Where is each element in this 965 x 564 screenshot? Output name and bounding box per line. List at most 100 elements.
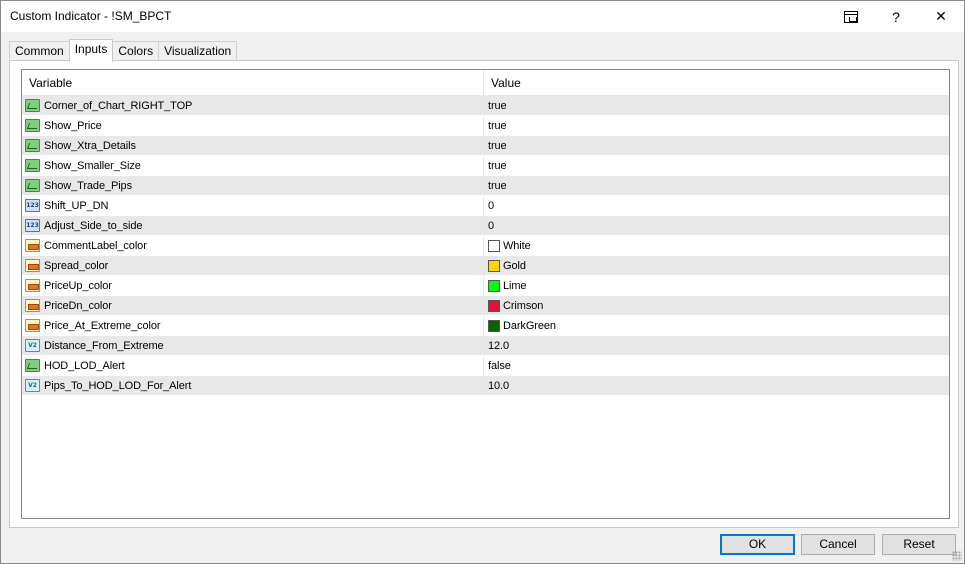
ok-button[interactable]: OK — [720, 534, 795, 555]
reset-button[interactable]: Reset — [882, 534, 956, 555]
variable-name: CommentLabel_color — [44, 239, 147, 252]
variable-value: DarkGreen — [503, 319, 556, 332]
tab-common[interactable]: Common — [9, 41, 70, 61]
variable-name: Show_Xtra_Details — [44, 139, 136, 152]
variable-cell[interactable]: V2 Distance_From_Extreme — [22, 336, 484, 355]
variable-value: true — [488, 139, 507, 152]
variable-value: false — [488, 359, 511, 372]
int-param-icon: 123 — [25, 199, 40, 212]
table-row[interactable]: Spread_color Gold — [22, 256, 949, 276]
value-cell[interactable]: 12.0 — [484, 336, 949, 355]
variable-name: Show_Smaller_Size — [44, 159, 141, 172]
table-row[interactable]: Corner_of_Chart_RIGHT_TOP true — [22, 96, 949, 116]
variable-cell[interactable]: PriceUp_color — [22, 276, 484, 295]
cancel-button[interactable]: Cancel — [801, 534, 875, 555]
value-cell[interactable]: 10.0 — [484, 376, 949, 395]
value-cell[interactable]: Lime — [484, 276, 949, 295]
color-swatch[interactable] — [488, 279, 500, 292]
variable-cell[interactable]: Show_Price — [22, 116, 484, 135]
variable-value: 0 — [488, 219, 495, 232]
variable-name: Corner_of_Chart_RIGHT_TOP — [44, 99, 193, 112]
variable-cell[interactable]: Spread_color — [22, 256, 484, 275]
variable-value: Crimson — [503, 299, 544, 312]
value-cell[interactable]: true — [484, 116, 949, 135]
color-swatch[interactable] — [488, 299, 500, 312]
variable-value: true — [488, 99, 507, 112]
variable-cell[interactable]: V2 Pips_To_HOD_LOD_For_Alert — [22, 376, 484, 395]
value-cell[interactable]: Crimson — [484, 296, 949, 315]
table-row[interactable]: PriceDn_color Crimson — [22, 296, 949, 316]
variable-cell[interactable]: 123 Adjust_Side_to_side — [22, 216, 484, 235]
variable-cell[interactable]: HOD_LOD_Alert — [22, 356, 484, 375]
window-title: Custom Indicator - !SM_BPCT — [10, 9, 172, 23]
pin-window-icon[interactable] — [831, 1, 871, 32]
inputs-grid: Variable Value Corner_of_Chart_RIGHT_TOP… — [21, 69, 950, 519]
value-cell[interactable]: true — [484, 136, 949, 155]
int-param-icon: 123 — [25, 219, 40, 232]
table-row[interactable]: CommentLabel_color White — [22, 236, 949, 256]
close-button[interactable]: ✕ — [918, 1, 964, 32]
variable-name: Show_Price — [44, 119, 102, 132]
table-row[interactable]: PriceUp_color Lime — [22, 276, 949, 296]
color-swatch[interactable] — [488, 319, 500, 332]
variable-cell[interactable]: PriceDn_color — [22, 296, 484, 315]
color-param-icon — [25, 259, 40, 272]
table-row[interactable]: Show_Xtra_Details true — [22, 136, 949, 156]
value-cell[interactable]: true — [484, 176, 949, 195]
variable-value: 12.0 — [488, 339, 510, 352]
tab-inputs[interactable]: Inputs — [68, 39, 114, 62]
table-row[interactable]: Show_Smaller_Size true — [22, 156, 949, 176]
variable-cell[interactable]: CommentLabel_color — [22, 236, 484, 255]
table-row[interactable]: 123 Adjust_Side_to_side 0 — [22, 216, 949, 236]
double-param-icon: V2 — [25, 339, 40, 352]
bool-param-icon — [25, 119, 40, 132]
value-cell[interactable]: 0 — [484, 196, 949, 215]
variable-cell[interactable]: Price_At_Extreme_color — [22, 316, 484, 335]
variable-cell[interactable]: 123 Shift_UP_DN — [22, 196, 484, 215]
table-row[interactable]: 123 Shift_UP_DN 0 — [22, 196, 949, 216]
column-header-value[interactable]: Value — [484, 70, 949, 95]
color-swatch[interactable] — [488, 259, 500, 272]
help-button[interactable]: ? — [873, 1, 919, 32]
table-row[interactable]: Price_At_Extreme_color DarkGreen — [22, 316, 949, 336]
table-row[interactable]: Show_Price true — [22, 116, 949, 136]
variable-name: Price_At_Extreme_color — [44, 319, 161, 332]
variable-cell[interactable]: Show_Trade_Pips — [22, 176, 484, 195]
variable-cell[interactable]: Corner_of_Chart_RIGHT_TOP — [22, 96, 484, 115]
table-row[interactable]: HOD_LOD_Alert false — [22, 356, 949, 376]
variable-name: Distance_From_Extreme — [44, 339, 164, 352]
table-row[interactable]: Show_Trade_Pips true — [22, 176, 949, 196]
value-cell[interactable]: 0 — [484, 216, 949, 235]
variable-value: 0 — [488, 199, 495, 212]
value-cell[interactable]: White — [484, 236, 949, 255]
variable-name: Spread_color — [44, 259, 109, 272]
variable-name: Adjust_Side_to_side — [44, 219, 143, 232]
value-cell[interactable]: false — [484, 356, 949, 375]
tab-visualization[interactable]: Visualization — [158, 41, 238, 61]
color-param-icon — [25, 299, 40, 312]
grid-header: Variable Value — [22, 70, 949, 96]
title-bar: Custom Indicator - !SM_BPCT ? ✕ — [1, 1, 964, 32]
variable-cell[interactable]: Show_Xtra_Details — [22, 136, 484, 155]
color-param-icon — [25, 319, 40, 332]
double-param-icon: V2 — [25, 379, 40, 392]
value-cell[interactable]: true — [484, 156, 949, 175]
value-cell[interactable]: DarkGreen — [484, 316, 949, 335]
tab-colors[interactable]: Colors — [112, 41, 160, 61]
variable-value: White — [503, 239, 531, 252]
variable-name: PriceDn_color — [44, 299, 112, 312]
variable-name: HOD_LOD_Alert — [44, 359, 125, 372]
variable-value: true — [488, 119, 507, 132]
variable-value: Gold — [503, 259, 526, 272]
table-row[interactable]: V2 Pips_To_HOD_LOD_For_Alert 10.0 — [22, 376, 949, 396]
value-cell[interactable]: Gold — [484, 256, 949, 275]
value-cell[interactable]: true — [484, 96, 949, 115]
table-row[interactable]: V2 Distance_From_Extreme 12.0 — [22, 336, 949, 356]
variable-value: true — [488, 179, 507, 192]
color-swatch[interactable] — [488, 239, 500, 252]
column-header-variable[interactable]: Variable — [22, 70, 484, 95]
bool-param-icon — [25, 159, 40, 172]
color-param-icon — [25, 239, 40, 252]
variable-cell[interactable]: Show_Smaller_Size — [22, 156, 484, 175]
resize-grip-icon[interactable] — [952, 551, 962, 561]
